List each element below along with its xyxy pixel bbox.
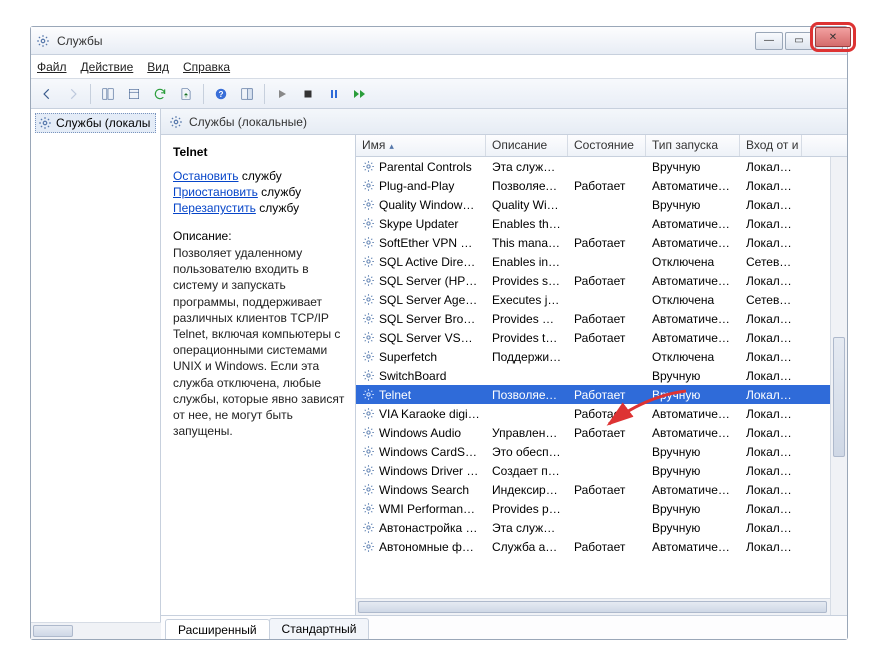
gear-icon — [362, 179, 376, 193]
stop-service-button[interactable] — [296, 82, 320, 106]
gear-icon — [362, 331, 376, 345]
column-name[interactable]: Имя▴ — [356, 135, 486, 156]
gear-icon — [35, 33, 51, 49]
gear-icon — [362, 369, 376, 383]
gear-icon — [362, 445, 376, 459]
services-grid: Имя▴ Описание Состояние Тип запуска Вход… — [356, 135, 847, 615]
table-row[interactable]: Windows AudioУправлен…РаботаетАвтоматиче… — [356, 423, 847, 442]
start-service-button[interactable] — [270, 82, 294, 106]
gear-icon — [362, 407, 376, 421]
table-row[interactable]: SwitchBoardВручнуюЛокальна — [356, 366, 847, 385]
window-title: Службы — [57, 34, 755, 48]
table-row[interactable]: Parental ControlsЭта служб…ВручнуюЛокаль… — [356, 157, 847, 176]
refresh-button[interactable] — [148, 82, 172, 106]
gear-icon — [362, 521, 376, 535]
gear-icon — [362, 160, 376, 174]
table-row[interactable]: Автономные фай…Служба ав…РаботаетАвтомат… — [356, 537, 847, 556]
grid-vertical-scrollbar[interactable] — [830, 157, 847, 615]
tree-root-services[interactable]: Службы (локалы — [35, 113, 156, 133]
restart-service-link[interactable]: Перезапустить — [173, 201, 256, 215]
properties-button[interactable] — [122, 82, 146, 106]
table-row[interactable]: Автонастройка W…Эта служб…ВручнуюЛокальн… — [356, 518, 847, 537]
help-button[interactable]: ? — [209, 82, 233, 106]
table-row[interactable]: SoftEther VPN Cli…This mana…РаботаетАвто… — [356, 233, 847, 252]
gear-icon — [362, 236, 376, 250]
export-button[interactable] — [174, 82, 198, 106]
table-row[interactable]: Windows SearchИндексиро…РаботаетАвтомати… — [356, 480, 847, 499]
gear-icon — [362, 502, 376, 516]
table-row[interactable]: WMI Performance…Provides p…ВручнуюЛокаль… — [356, 499, 847, 518]
selected-service-name: Telnet — [173, 145, 345, 159]
column-logon[interactable]: Вход от и — [740, 135, 802, 156]
maximize-button[interactable]: ▭ — [785, 32, 813, 50]
show-hide-tree-button[interactable] — [96, 82, 120, 106]
menubar: Файл Действие Вид Справка — [31, 55, 847, 79]
column-description[interactable]: Описание — [486, 135, 568, 156]
column-status[interactable]: Состояние — [568, 135, 646, 156]
table-row[interactable]: SuperfetchПоддержи…ОтключенаЛокальна — [356, 347, 847, 366]
column-startup[interactable]: Тип запуска — [646, 135, 740, 156]
menu-view[interactable]: Вид — [147, 60, 169, 74]
table-row[interactable]: SQL Active Direct…Enables int…ОтключенаС… — [356, 252, 847, 271]
svg-text:?: ? — [219, 89, 224, 98]
table-row[interactable]: Quality Windows …Quality Wi…ВручнуюЛокал… — [356, 195, 847, 214]
gear-icon — [169, 115, 183, 129]
table-row[interactable]: TelnetПозволяет…РаботаетВручнуюЛокальна — [356, 385, 847, 404]
detail-pane: Telnet Остановить службу Приостановить с… — [161, 135, 356, 615]
pane-header: Службы (локальные) — [161, 109, 847, 135]
toolbar: ? — [31, 79, 847, 109]
grid-header: Имя▴ Описание Состояние Тип запуска Вход… — [356, 135, 847, 157]
pause-service-link[interactable]: Приостановить — [173, 185, 258, 199]
tree-root-label: Службы (локалы — [56, 116, 150, 130]
restart-service-button[interactable] — [348, 82, 372, 106]
pause-service-button[interactable] — [322, 82, 346, 106]
gear-icon — [362, 540, 376, 554]
table-row[interactable]: Plug-and-PlayПозволяет…РаботаетАвтоматич… — [356, 176, 847, 195]
table-row[interactable]: SQL Server VSS Wr…Provides th…РаботаетАв… — [356, 328, 847, 347]
gear-icon — [362, 217, 376, 231]
action-pane-button[interactable] — [235, 82, 259, 106]
tab-extended[interactable]: Расширенный — [165, 619, 270, 639]
titlebar[interactable]: Службы — ▭ ✕ — [31, 27, 847, 55]
description-label: Описание: — [173, 229, 345, 243]
stop-service-link[interactable]: Остановить — [173, 169, 239, 183]
gear-icon — [362, 388, 376, 402]
gear-icon — [362, 312, 376, 326]
menu-action[interactable]: Действие — [81, 60, 134, 74]
console-tree[interactable]: Службы (локалы — [31, 109, 161, 639]
grid-horizontal-scrollbar[interactable] — [356, 598, 847, 615]
gear-icon — [362, 293, 376, 307]
minimize-button[interactable]: — — [755, 32, 783, 50]
table-row[interactable]: Windows CardSpa…Это обесп…ВручнуюЛокальн… — [356, 442, 847, 461]
menu-help[interactable]: Справка — [183, 60, 230, 74]
table-row[interactable]: SQL Server (HPDS…Provides st…РаботаетАвт… — [356, 271, 847, 290]
gear-icon — [362, 350, 376, 364]
close-button[interactable]: ✕ — [815, 32, 843, 50]
view-tabs: Расширенный Стандартный — [161, 615, 847, 639]
forward-button[interactable] — [61, 82, 85, 106]
pane-header-label: Службы (локальные) — [189, 115, 307, 129]
tree-horizontal-scrollbar[interactable] — [31, 622, 161, 639]
grid-body[interactable]: Parental ControlsЭта служб…ВручнуюЛокаль… — [356, 157, 847, 598]
tab-standard[interactable]: Стандартный — [269, 618, 370, 639]
services-window: Службы — ▭ ✕ Файл Действие Вид Справка ? — [30, 26, 848, 640]
table-row[interactable]: Skype UpdaterEnables th…Автоматиче…Локал… — [356, 214, 847, 233]
gear-icon — [362, 198, 376, 212]
table-row[interactable]: SQL Server BrowserProvides S…РаботаетАвт… — [356, 309, 847, 328]
menu-file[interactable]: Файл — [37, 60, 67, 74]
gear-icon — [362, 426, 376, 440]
table-row[interactable]: SQL Server Agent …Executes jo…ОтключенаС… — [356, 290, 847, 309]
gear-icon — [38, 116, 52, 130]
description-text: Позволяет удаленному пользователю входит… — [173, 245, 345, 439]
gear-icon — [362, 483, 376, 497]
back-button[interactable] — [35, 82, 59, 106]
sort-asc-icon: ▴ — [389, 141, 394, 151]
table-row[interactable]: VIA Karaoke digita…РаботаетАвтоматиче…Ло… — [356, 404, 847, 423]
gear-icon — [362, 255, 376, 269]
gear-icon — [362, 274, 376, 288]
table-row[interactable]: Windows Driver F…Создает п…ВручнуюЛокаль… — [356, 461, 847, 480]
gear-icon — [362, 464, 376, 478]
